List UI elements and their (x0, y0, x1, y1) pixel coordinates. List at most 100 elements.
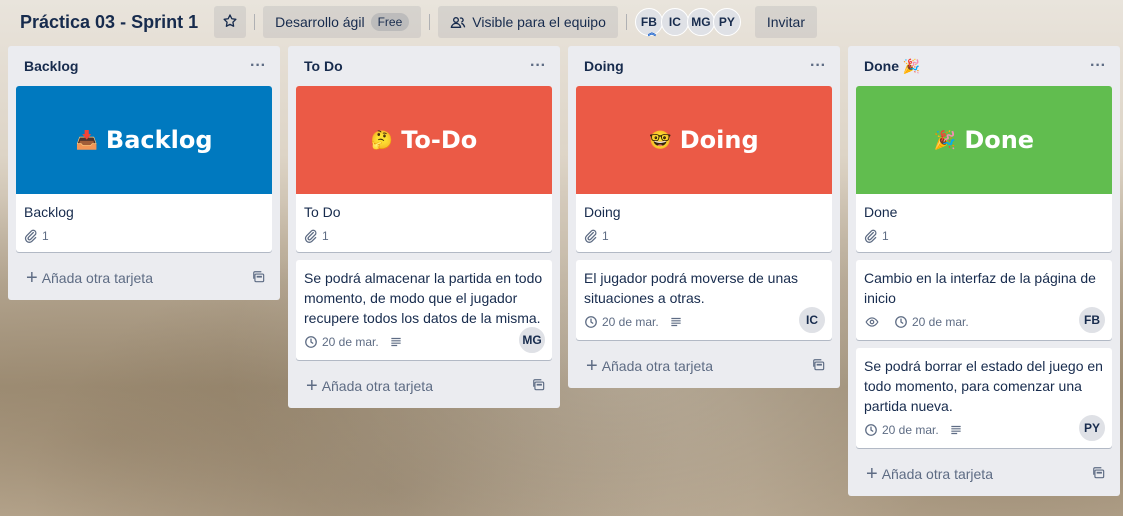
template-icon[interactable] (1092, 466, 1106, 483)
header-divider (254, 14, 256, 30)
template-icon[interactable] (252, 270, 266, 287)
add-card-button[interactable]: + Añada otra tarjeta (16, 260, 272, 296)
clock-icon (865, 424, 877, 436)
cover-card[interactable]: 🤔 To-Do To Do 1 (296, 86, 552, 252)
cover-card[interactable]: 🤓 Doing Doing 1 (576, 86, 832, 252)
list-card[interactable]: Se podrá almacenar la partida en todo mo… (296, 260, 552, 360)
visibility-label: Visible para el equipo (472, 14, 606, 30)
list-menu-icon[interactable]: ··· (250, 57, 272, 75)
card-title: Backlog (24, 204, 74, 220)
attachment-badge: 1 (584, 229, 609, 243)
header-divider (429, 14, 431, 30)
description-icon (949, 423, 967, 437)
team-visibility-icon (450, 14, 466, 30)
member-avatar[interactable]: FB ︽ (634, 8, 663, 37)
add-card-button[interactable]: + Añada otra tarjeta (296, 368, 552, 404)
card-cover: 🤔 To-Do (296, 86, 552, 194)
card-member-avatar[interactable]: FB (1078, 306, 1106, 334)
visibility-button[interactable]: Visible para el equipo (438, 6, 618, 38)
list-title[interactable]: Doing (584, 58, 624, 74)
card-title: Se podrá borrar el estado del juego en t… (864, 358, 1103, 414)
card-member-avatar[interactable]: MG (518, 326, 546, 354)
list-header: Done 🎉 ··· (856, 46, 1112, 86)
list-header: Backlog ··· (16, 46, 272, 86)
list-title[interactable]: To Do (304, 58, 343, 74)
attachment-badge: 1 (304, 229, 329, 243)
inbox-icon: 📥 (75, 129, 98, 151)
paperclip-icon (864, 229, 877, 243)
board-header: Práctica 03 - Sprint 1 Desarrollo ágil F… (0, 0, 1123, 44)
paperclip-icon (24, 229, 37, 243)
card-title: El jugador podrá moverse de unas situaci… (584, 270, 799, 306)
add-card-button[interactable]: + Añada otra tarjeta (576, 348, 832, 384)
list-todo: To Do ··· 🤔 To-Do To Do 1 Se podrá almac… (288, 46, 560, 408)
card-member-avatar[interactable]: PY (1078, 414, 1106, 442)
party-popper-icon: 🎉 (933, 129, 957, 151)
list-title[interactable]: Backlog (24, 58, 78, 74)
list-header: Doing ··· (576, 46, 832, 86)
list-card[interactable]: El jugador podrá moverse de unas situaci… (576, 260, 832, 340)
add-card-button[interactable]: + Añada otra tarjeta (856, 456, 1112, 492)
due-date-badge: 20 de mar. (304, 335, 379, 349)
admin-chevron-icon: ︽ (647, 28, 656, 37)
workspace-label: Desarrollo ágil (275, 14, 365, 30)
member-avatar[interactable]: MG (686, 8, 715, 36)
nerd-face-icon: 🤓 (649, 129, 672, 151)
plan-badge: Free (370, 13, 410, 31)
clock-icon (305, 336, 317, 348)
invite-button[interactable]: Invitar (754, 6, 817, 38)
paperclip-icon (584, 229, 597, 243)
board-members: FB ︽ IC MG PY (634, 8, 741, 37)
star-icon (222, 13, 238, 32)
list-menu-icon[interactable]: ··· (530, 57, 552, 75)
description-icon (389, 335, 407, 349)
plus-icon: + (586, 355, 598, 377)
plus-icon: + (26, 267, 38, 289)
attachment-badge: 1 (864, 229, 889, 243)
card-title: Se podrá almacenar la partida en todo mo… (304, 270, 543, 326)
workspace-button[interactable]: Desarrollo ágil Free (263, 6, 422, 38)
template-icon[interactable] (532, 378, 546, 395)
due-date-badge: 20 de mar. (584, 315, 659, 329)
card-cover: 🎉 Done (856, 86, 1112, 194)
card-cover: 🤓 Doing (576, 86, 832, 194)
cover-text: Doing (679, 126, 759, 154)
cover-card[interactable]: 🎉 Done Done 1 (856, 86, 1112, 252)
template-icon[interactable] (812, 358, 826, 375)
thinking-face-icon: 🤔 (370, 129, 394, 151)
card-member-avatar[interactable]: IC (798, 306, 826, 334)
paperclip-icon (304, 229, 317, 243)
card-title: Done (864, 204, 898, 220)
attachment-badge: 1 (24, 229, 49, 243)
header-divider (625, 14, 627, 30)
list-menu-icon[interactable]: ··· (810, 57, 832, 75)
plus-icon: + (306, 375, 318, 397)
card-cover: 📥 Backlog (16, 86, 272, 194)
description-icon (669, 315, 687, 329)
cover-text: Done (964, 126, 1035, 154)
clock-icon (895, 316, 907, 328)
watching-icon (864, 315, 884, 329)
due-date-badge: 20 de mar. (864, 423, 939, 437)
plus-icon: + (866, 463, 878, 485)
due-date-badge: 20 de mar. (894, 315, 969, 329)
list-title[interactable]: Done 🎉 (864, 58, 920, 75)
list-done: Done 🎉 ··· 🎉 Done Done 1 Cambio en la in… (848, 46, 1120, 496)
card-title: To Do (304, 204, 341, 220)
star-button[interactable] (214, 6, 247, 38)
cover-text: To-Do (401, 126, 478, 154)
card-title: Cambio en la interfaz de la página de in… (864, 270, 1096, 306)
list-header: To Do ··· (296, 46, 552, 86)
cover-card[interactable]: 📥 Backlog Backlog 1 (16, 86, 272, 252)
cover-text: Backlog (105, 126, 213, 154)
list-menu-icon[interactable]: ··· (1090, 57, 1112, 75)
list-card[interactable]: Cambio en la interfaz de la página de in… (856, 260, 1112, 340)
clock-icon (585, 316, 597, 328)
member-avatar[interactable]: PY (712, 8, 741, 36)
member-avatar[interactable]: IC (660, 8, 689, 36)
board-title[interactable]: Práctica 03 - Sprint 1 (10, 6, 208, 38)
card-title: Doing (584, 204, 621, 220)
list-doing: Doing ··· 🤓 Doing Doing 1 El jugador pod… (568, 46, 840, 388)
list-card[interactable]: Se podrá borrar el estado del juego en t… (856, 348, 1112, 448)
list-backlog: Backlog ··· 📥 Backlog Backlog 1 + Añada o… (8, 46, 280, 300)
